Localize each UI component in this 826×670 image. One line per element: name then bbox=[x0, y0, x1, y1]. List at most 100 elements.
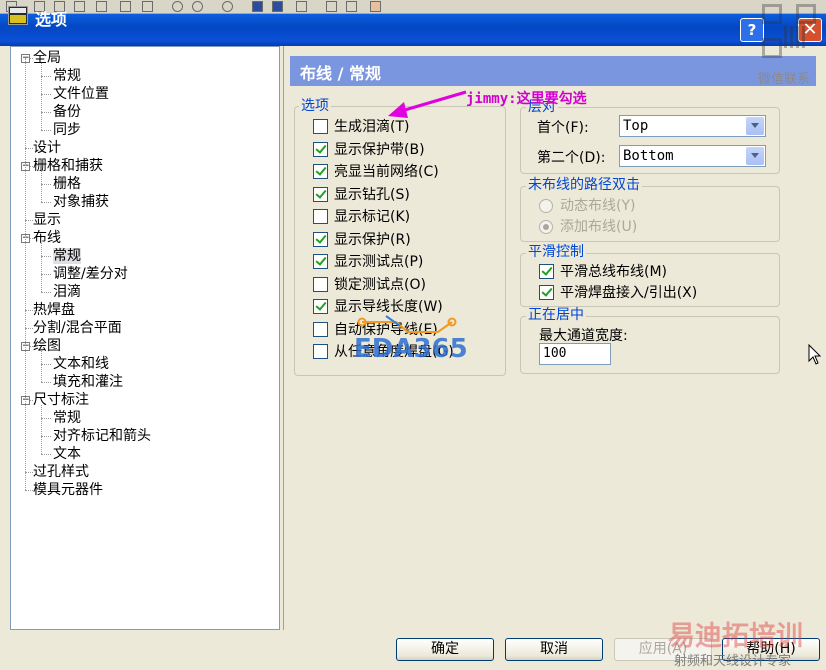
tree-subitem[interactable]: 常规 bbox=[53, 247, 81, 265]
checkbox[interactable] bbox=[539, 285, 554, 300]
tree-item-label: 常规 bbox=[53, 410, 81, 426]
centering-group-title: 正在居中 bbox=[526, 307, 586, 323]
smoothing-group-title: 平滑控制 bbox=[526, 244, 586, 260]
checkbox-label: 平滑总线布线(M) bbox=[560, 264, 668, 280]
tree-item[interactable]: 栅格和捕获 bbox=[33, 157, 103, 175]
toolbar-tool-icon[interactable] bbox=[272, 1, 283, 12]
tree-subitem[interactable]: 文件位置 bbox=[53, 85, 109, 103]
tree-item-label: 显示 bbox=[33, 212, 61, 228]
tree-subitem[interactable]: 文本和线 bbox=[53, 355, 109, 373]
toolbar-tool-icon[interactable] bbox=[296, 1, 307, 12]
toolbar-tool-icon[interactable] bbox=[370, 1, 381, 12]
redo-icon[interactable] bbox=[192, 1, 203, 12]
checkbox[interactable] bbox=[313, 141, 328, 157]
checkbox-label: 锁定测试点(O) bbox=[334, 276, 426, 293]
tree-item[interactable]: 布线 bbox=[33, 229, 61, 247]
checkbox[interactable] bbox=[313, 209, 328, 224]
chevron-down-icon[interactable] bbox=[746, 147, 764, 165]
checkbox[interactable] bbox=[313, 299, 328, 314]
tree-subitem[interactable]: 备份 bbox=[53, 103, 81, 121]
checkbox[interactable] bbox=[313, 119, 328, 134]
tree-item[interactable]: 模具元器件 bbox=[33, 481, 103, 499]
unrouted-path-group-title: 未布线的路径双击 bbox=[526, 177, 642, 193]
ok-button[interactable]: 确定 bbox=[396, 638, 494, 661]
checkbox-label: 显示标记(K) bbox=[334, 209, 411, 225]
first-layer-value: Top bbox=[623, 118, 649, 134]
checkbox[interactable] bbox=[313, 344, 328, 359]
tree-subitem[interactable]: 对齐标记和箭头 bbox=[53, 427, 151, 445]
tree-item[interactable]: 绘图 bbox=[33, 337, 61, 355]
toolbar-tool-icon[interactable] bbox=[252, 1, 263, 12]
toolbar-tool-icon[interactable] bbox=[120, 1, 131, 12]
dialog-title: 选项 bbox=[35, 10, 68, 29]
max-channel-width-input[interactable]: 100 bbox=[539, 343, 611, 365]
tree-item-label: 填充和灌注 bbox=[53, 374, 123, 390]
tree-item-label: 文件位置 bbox=[53, 86, 109, 102]
tree-subitem[interactable]: 同步 bbox=[53, 121, 81, 139]
tree-item-label: 全局 bbox=[33, 50, 61, 66]
toolbar-tool-icon[interactable] bbox=[346, 1, 357, 12]
radio-indicator[interactable] bbox=[539, 199, 553, 213]
first-layer-select[interactable]: Top bbox=[619, 115, 766, 137]
checkbox[interactable] bbox=[313, 321, 328, 337]
brand-sub-watermark: 射频和天线设计专家 bbox=[674, 654, 792, 669]
tree-subitem[interactable]: 文本 bbox=[53, 445, 81, 463]
tree-subitem[interactable]: 调整/差分对 bbox=[53, 265, 128, 283]
tree-item-label: 常规 bbox=[53, 248, 81, 264]
second-layer-select[interactable]: Bottom bbox=[619, 145, 766, 167]
annotation-note: jimmy:这里要勾选 bbox=[466, 91, 587, 107]
checkbox[interactable] bbox=[313, 164, 328, 179]
tree-item-label: 栅格和捕获 bbox=[33, 158, 103, 174]
qr-code-icon bbox=[760, 2, 820, 66]
tree-item[interactable]: 过孔样式 bbox=[33, 463, 89, 481]
tree-subitem[interactable]: 栅格 bbox=[53, 175, 81, 193]
toolbar-tool-icon[interactable] bbox=[96, 1, 107, 12]
tree-subitem[interactable]: 常规 bbox=[53, 409, 81, 427]
tree-item-label: 常规 bbox=[53, 68, 81, 84]
cancel-button[interactable]: 取消 bbox=[505, 638, 603, 661]
second-layer-value: Bottom bbox=[623, 148, 674, 164]
tree-item[interactable]: 显示 bbox=[33, 211, 61, 229]
checkbox[interactable] bbox=[313, 254, 328, 269]
zoom-icon[interactable] bbox=[222, 1, 233, 12]
options-tree[interactable]: 全局 − 常规 文件位置 备份 同步 设计 栅格和捕获 − 栅格 对象捕获 显示 布线 − 常规 调整/差分对… bbox=[10, 46, 280, 630]
app-toolbar bbox=[0, 0, 826, 14]
tree-subitem[interactable]: 对象捕获 bbox=[53, 193, 109, 211]
tree-item-label: 泪滴 bbox=[53, 284, 81, 300]
checkbox[interactable] bbox=[313, 231, 328, 247]
tree-item-label: 热焊盘 bbox=[33, 302, 75, 318]
chevron-down-icon[interactable] bbox=[746, 117, 764, 135]
radio-label: 添加布线(U) bbox=[560, 219, 638, 235]
radio-indicator[interactable] bbox=[539, 220, 553, 234]
tree-item-label: 备份 bbox=[53, 104, 81, 120]
tree-subitem[interactable]: 泪滴 bbox=[53, 283, 81, 301]
toolbar-tool-icon[interactable] bbox=[326, 1, 337, 12]
checkbox-label: 亮显当前网络(C) bbox=[334, 164, 439, 180]
tree-item[interactable]: 设计 bbox=[33, 139, 61, 157]
tree-item-label: 过孔样式 bbox=[33, 464, 89, 480]
dialog-titlebar bbox=[0, 14, 826, 46]
tree-item[interactable]: 热焊盘 bbox=[33, 301, 75, 319]
tree-item[interactable]: 全局 bbox=[33, 49, 61, 67]
checkbox[interactable] bbox=[313, 276, 328, 292]
undo-icon[interactable] bbox=[172, 1, 183, 12]
tree-subitem[interactable]: 常规 bbox=[53, 67, 81, 85]
wechat-watermark: 微信联系 bbox=[758, 72, 811, 87]
toolbar-tool-icon[interactable] bbox=[74, 1, 85, 12]
options-group-title: 选项 bbox=[299, 98, 331, 114]
tree-item-label: 模具元器件 bbox=[33, 482, 103, 498]
toolbar-tool-icon[interactable] bbox=[142, 1, 153, 12]
tree-item[interactable]: 分割/混合平面 bbox=[33, 319, 122, 337]
checkbox[interactable] bbox=[539, 264, 554, 279]
tree-item-label: 布线 bbox=[33, 230, 61, 246]
checkbox-label: 显示保护带(B) bbox=[334, 141, 425, 158]
tree-item-label: 对象捕获 bbox=[53, 194, 109, 210]
unrouted-path-group bbox=[520, 186, 780, 242]
first-layer-label: 首个(F): bbox=[537, 120, 589, 136]
checkbox-label: 平滑焊盘接入/引出(X) bbox=[560, 285, 698, 301]
checkbox-label: 显示钻孔(S) bbox=[334, 186, 410, 203]
tree-subitem[interactable]: 填充和灌注 bbox=[53, 373, 123, 391]
tree-item-label: 同步 bbox=[53, 122, 81, 138]
tree-item-label: 设计 bbox=[33, 140, 61, 156]
checkbox[interactable] bbox=[313, 186, 328, 202]
